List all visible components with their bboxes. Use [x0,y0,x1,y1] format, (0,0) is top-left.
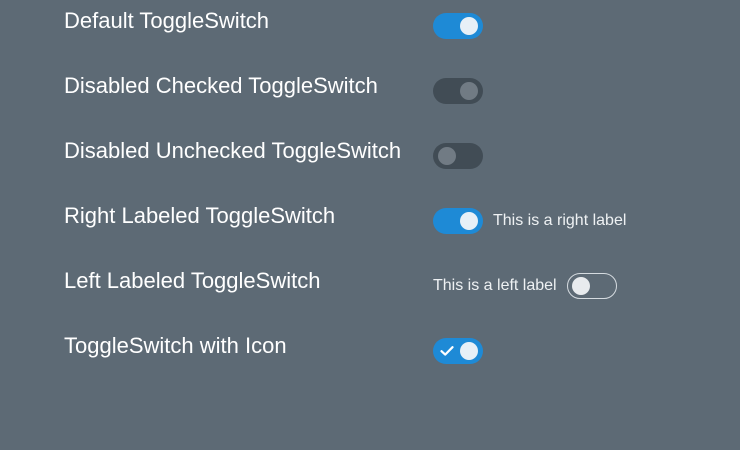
row-disabled-checked-toggle: Disabled Checked ToggleSwitch [0,73,740,113]
row-left-labeled-toggle: Left Labeled ToggleSwitch This is a left… [0,268,740,308]
toggle-knob [460,17,478,35]
default-toggle-switch[interactable] [433,13,483,39]
icon-toggle-switch[interactable] [433,338,483,364]
toggle-knob [571,277,590,295]
toggle-control [433,13,483,39]
row-default-toggle: Default ToggleSwitch [0,8,740,48]
row-title: ToggleSwitch with Icon [64,333,287,358]
row-title: Left Labeled ToggleSwitch [64,268,321,293]
toggle-control: This is a left label [433,273,617,299]
toggle-knob [460,82,478,100]
row-title: Disabled Unchecked ToggleSwitch [64,138,402,163]
toggle-right-label[interactable]: This is a right label [493,211,626,231]
disabled-checked-toggle-switch [433,78,483,104]
toggle-left-label[interactable]: This is a left label [433,276,557,296]
toggle-knob [460,342,478,360]
toggle-control [433,78,483,104]
row-icon-toggle: ToggleSwitch with Icon [0,333,740,373]
toggle-switch-demo-page: { "colors": { "background": "#5d6a75", "… [0,0,740,450]
toggle-control: This is a right label [433,208,626,234]
check-icon [440,346,454,356]
row-right-labeled-toggle: Right Labeled ToggleSwitch This is a rig… [0,203,740,243]
row-title: Right Labeled ToggleSwitch [64,203,336,228]
disabled-unchecked-toggle-switch [433,143,483,169]
toggle-knob [438,147,456,165]
row-disabled-unchecked-toggle: Disabled Unchecked ToggleSwitch [0,138,740,178]
toggle-control [433,338,483,364]
row-title: Disabled Checked ToggleSwitch [64,73,378,98]
right-labeled-toggle-switch[interactable] [433,208,483,234]
row-title: Default ToggleSwitch [64,8,270,33]
toggle-knob [460,212,478,230]
toggle-control [433,143,483,169]
left-labeled-toggle-switch[interactable] [566,273,617,299]
